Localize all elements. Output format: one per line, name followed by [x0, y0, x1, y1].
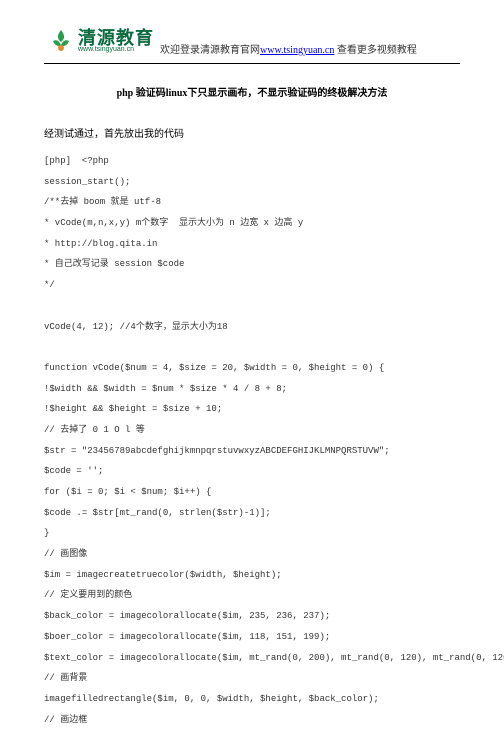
logo-icon — [48, 28, 74, 54]
code-line: */ — [44, 280, 460, 292]
intro-text: 经测试通过，首先放出我的代码 — [44, 125, 460, 140]
code-line: session_start(); — [44, 177, 460, 189]
code-line: // 去掉了 0 1 O l 等 — [44, 425, 460, 437]
code-line — [44, 342, 460, 354]
code-line: imagefilledrectangle($im, 0, 0, $width, … — [44, 694, 460, 706]
code-line: $back_color = imagecolorallocate($im, 23… — [44, 611, 460, 623]
code-line: !$height && $height = $size + 10; — [44, 404, 460, 416]
code-line: !$width && $width = $num * $size * 4 / 8… — [44, 384, 460, 396]
header-welcome: 欢迎登录清源教育官网www.tsingyuan.cn 查看更多视频教程 — [160, 41, 417, 60]
code-line: $im = imagecreatetruecolor($width, $heig… — [44, 570, 460, 582]
code-line: // 画背景 — [44, 673, 460, 685]
logo: 清源教育 www.tsingyuan.cn — [44, 24, 154, 60]
logo-sub-text: www.tsingyuan.cn — [78, 46, 134, 53]
code-line: * http://blog.qita.in — [44, 239, 460, 251]
article-title: php 验证码linux下只显示画布，不显示验证码的终极解决方法 — [44, 84, 460, 99]
header: 清源教育 www.tsingyuan.cn 欢迎登录清源教育官网www.tsin… — [44, 24, 460, 60]
code-line: vCode(4, 12); //4个数字，显示大小为18 — [44, 322, 460, 334]
code-line: // 定义要用到的颜色 — [44, 590, 460, 602]
code-block: [php] <?php session_start(); /**去掉 boom 就是… — [44, 156, 460, 726]
code-line: } — [44, 528, 460, 540]
welcome-prefix: 欢迎登录清源教育官网 — [160, 45, 260, 56]
code-line: $code .= $str[mt_rand(0, strlen($str)-1)… — [44, 508, 460, 520]
code-line — [44, 301, 460, 313]
code-line: // 画边框 — [44, 715, 460, 727]
code-line: function vCode($num = 4, $size = 20, $wi… — [44, 363, 460, 375]
document-page: 清源教育 www.tsingyuan.cn 欢迎登录清源教育官网www.tsin… — [0, 0, 504, 755]
code-line: $str = "23456789abcdefghijkmnpqrstuvwxyz… — [44, 446, 460, 458]
code-line: * vCode(m,n,x,y) m个数字 显示大小为 n 边宽 x 边高 y — [44, 218, 460, 230]
code-line: [php] <?php — [44, 156, 460, 168]
code-line: // 画图像 — [44, 549, 460, 561]
code-line: $code = ''; — [44, 466, 460, 478]
header-divider — [44, 63, 460, 64]
code-line: $text_color = imagecolorallocate($im, mt… — [44, 653, 460, 665]
welcome-suffix: 查看更多视频教程 — [334, 45, 417, 56]
code-line: for ($i = 0; $i < $num; $i++) { — [44, 487, 460, 499]
code-line: $boer_color = imagecolorallocate($im, 11… — [44, 632, 460, 644]
code-line: * 自己改写记录 session $code — [44, 259, 460, 271]
header-link[interactable]: www.tsingyuan.cn — [260, 45, 334, 56]
code-line: /**去掉 boom 就是 utf-8 — [44, 197, 460, 209]
